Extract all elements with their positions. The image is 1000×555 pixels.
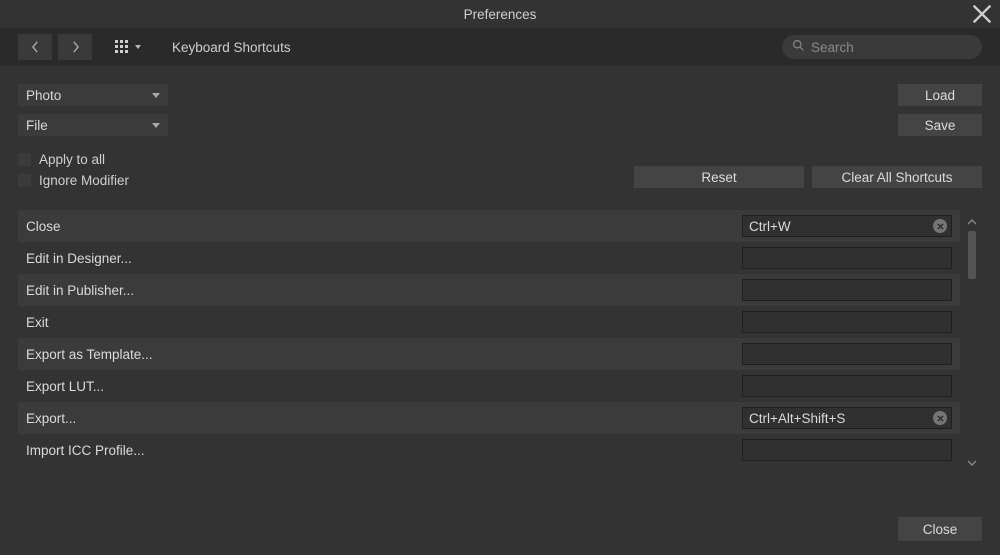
shortcut-row: Export as Template... (18, 338, 960, 370)
titlebar: Preferences (0, 0, 1000, 28)
load-button[interactable]: Load (898, 84, 982, 106)
dialog-footer: Close (898, 517, 982, 541)
shortcut-input[interactable]: Ctrl+W (742, 215, 952, 237)
scroll-down-icon[interactable] (967, 455, 977, 470)
menu-select-value: File (26, 118, 48, 133)
shortcut-row: Export... Ctrl+Alt+Shift+S (18, 402, 960, 434)
menu-select[interactable]: File (18, 114, 168, 136)
shortcut-value: Ctrl+Alt+Shift+S (749, 411, 845, 426)
shortcut-row-label: Edit in Designer... (26, 251, 132, 266)
shortcut-row-label: Close (26, 219, 61, 234)
shortcut-value: Ctrl+W (749, 219, 791, 234)
shortcut-row-label: Import ICC Profile... (26, 443, 145, 458)
search-icon (792, 39, 805, 55)
shortcut-row: Import ICC Profile... (18, 434, 960, 466)
shortcut-input[interactable] (742, 279, 952, 301)
shortcut-row: Edit in Publisher... (18, 274, 960, 306)
chevron-down-icon (135, 45, 141, 49)
nav-back-button[interactable] (18, 34, 52, 60)
reset-button[interactable]: Reset (634, 166, 804, 188)
shortcut-row: Edit in Designer... (18, 242, 960, 274)
search-input[interactable] (811, 40, 972, 55)
persona-select[interactable]: Photo (18, 84, 168, 106)
scrollbar-track[interactable] (968, 231, 976, 453)
close-icon[interactable] (972, 4, 992, 27)
section-title: Keyboard Shortcuts (172, 40, 291, 55)
shortcut-row: Export LUT... (18, 370, 960, 402)
shortcuts-list: Close Ctrl+W Edit in Designer... Edit in Pu… (18, 210, 982, 474)
nav-forward-button[interactable] (58, 34, 92, 60)
clear-shortcut-icon[interactable] (933, 219, 947, 233)
apply-all-label: Apply to all (39, 152, 105, 167)
apply-all-row[interactable]: Apply to all (18, 152, 982, 167)
shortcut-input[interactable] (742, 343, 952, 365)
top-controls: Photo File Load Save (18, 84, 982, 136)
shortcut-row-label: Export... (26, 411, 76, 426)
save-button[interactable]: Save (898, 114, 982, 136)
toolbar: Keyboard Shortcuts (0, 28, 1000, 66)
clear-all-button[interactable]: Clear All Shortcuts (812, 166, 982, 188)
reset-controls: Reset Clear All Shortcuts (18, 166, 982, 188)
content-area: Photo File Load Save Apply to all Ignore… (0, 66, 1000, 474)
chevron-down-icon (152, 123, 160, 128)
ignore-modifier-label: Ignore Modifier (39, 173, 129, 188)
shortcut-input[interactable] (742, 439, 952, 461)
close-button[interactable]: Close (898, 517, 982, 541)
shortcut-input[interactable] (742, 247, 952, 269)
view-grid-button[interactable] (108, 34, 148, 60)
scrollbar-thumb[interactable] (968, 231, 976, 279)
apply-all-checkbox[interactable] (18, 153, 31, 166)
shortcut-row: Exit (18, 306, 960, 338)
shortcut-row-label: Export as Template... (26, 347, 153, 362)
grid-icon (115, 40, 129, 54)
search-field[interactable] (782, 35, 982, 59)
scrollbar[interactable] (962, 210, 982, 474)
window-title: Preferences (464, 7, 537, 22)
shortcut-row-label: Edit in Publisher... (26, 283, 134, 298)
shortcut-input[interactable] (742, 311, 952, 333)
shortcut-input[interactable]: Ctrl+Alt+Shift+S (742, 407, 952, 429)
shortcut-row-label: Export LUT... (26, 379, 104, 394)
shortcut-row-label: Exit (26, 315, 49, 330)
clear-shortcut-icon[interactable] (933, 411, 947, 425)
persona-select-value: Photo (26, 88, 61, 103)
scroll-up-icon[interactable] (967, 214, 977, 229)
shortcut-input[interactable] (742, 375, 952, 397)
shortcut-row: Close Ctrl+W (18, 210, 960, 242)
chevron-down-icon (152, 93, 160, 98)
ignore-modifier-checkbox[interactable] (18, 174, 31, 187)
